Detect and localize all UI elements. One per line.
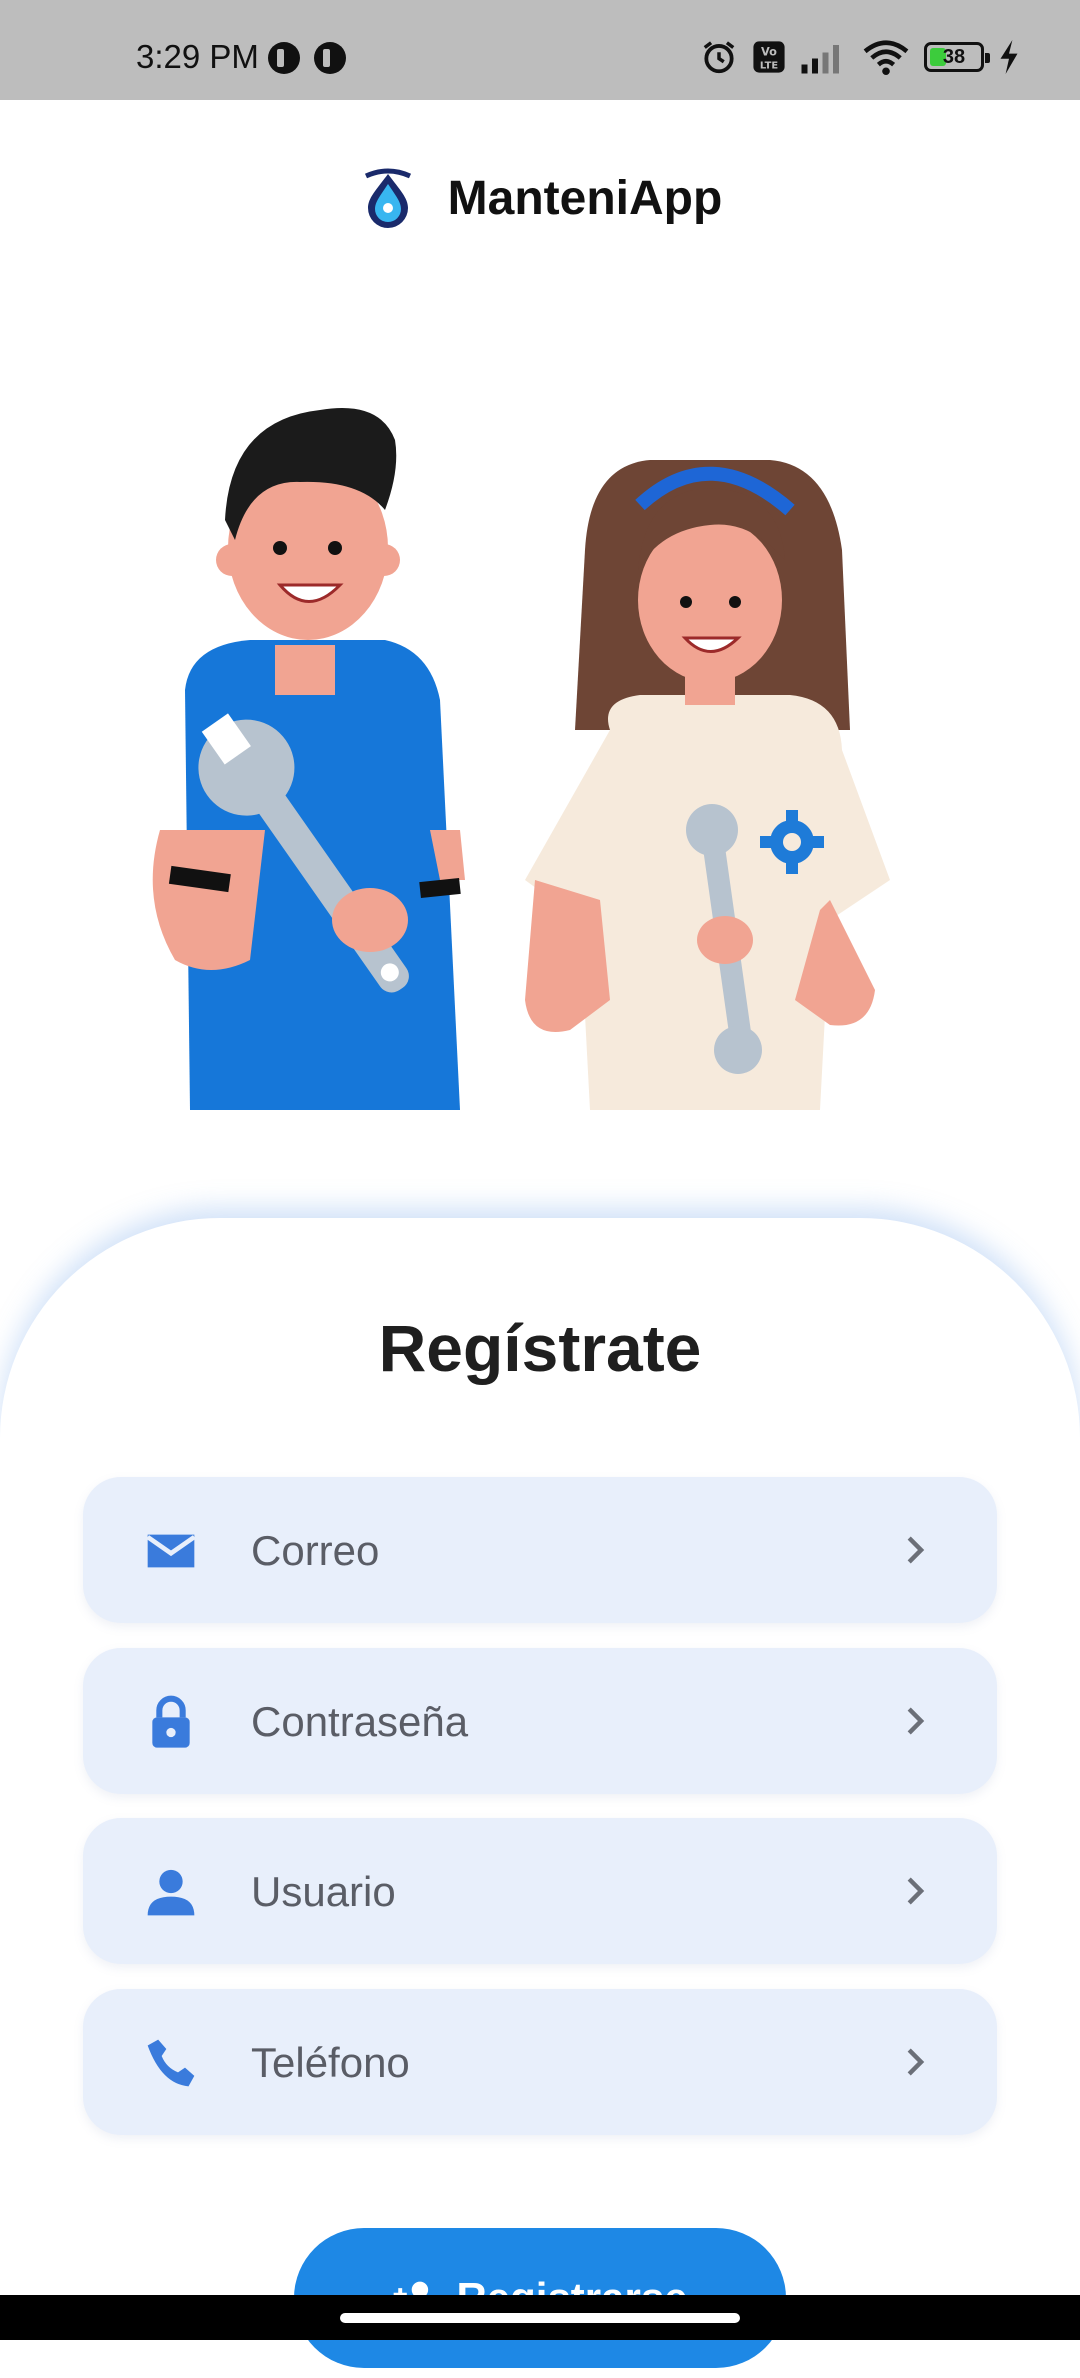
signal-icon	[801, 45, 839, 74]
volte-icon: Vo LTE	[753, 41, 785, 73]
field-label: Teléfono	[251, 2039, 410, 2086]
person-icon	[147, 1869, 195, 1916]
app-header: ManteniApp	[0, 168, 1080, 228]
register-title: Regístrate	[378, 1311, 702, 1385]
mail-icon	[146, 1534, 196, 1568]
notification-icon	[314, 42, 346, 74]
wifi-icon	[863, 40, 909, 76]
home-handle[interactable]	[340, 2313, 740, 2323]
register-sheet	[0, 1218, 1080, 2378]
woman-figure	[525, 460, 890, 1110]
droplet-logo-icon	[364, 168, 411, 228]
status-bar: 3:29 PM Vo LTE 38	[0, 0, 1080, 100]
chevron-right-icon	[907, 1877, 925, 1905]
chevron-right-icon	[907, 1707, 925, 1735]
svg-text:LTE: LTE	[760, 60, 778, 71]
chevron-right-icon	[907, 1536, 925, 1564]
email-field[interactable]: Correo	[83, 1477, 997, 1623]
charging-icon	[1000, 40, 1018, 74]
field-label: Correo	[251, 1527, 380, 1574]
man-figure	[152, 408, 465, 1110]
notification-icon	[268, 42, 300, 74]
username-field[interactable]: Usuario	[83, 1818, 997, 1964]
lock-icon	[152, 1695, 190, 1748]
field-label: Usuario	[251, 1868, 396, 1915]
phone-icon	[147, 2039, 195, 2087]
chevron-right-icon	[907, 2048, 925, 2076]
battery-icon: 38	[924, 42, 990, 72]
status-time: 3:29 PM	[136, 38, 259, 75]
svg-text:Vo: Vo	[761, 45, 777, 59]
app-title: ManteniApp	[447, 171, 723, 225]
password-field[interactable]: Contraseña	[83, 1648, 997, 1794]
field-label: Contraseña	[251, 1698, 469, 1745]
phone-field[interactable]: Teléfono	[83, 1989, 997, 2135]
mechanics-illustration	[152, 408, 890, 1110]
battery-level: 38	[942, 46, 966, 68]
system-nav-bar	[0, 2295, 1080, 2340]
alarm-icon	[703, 41, 735, 74]
